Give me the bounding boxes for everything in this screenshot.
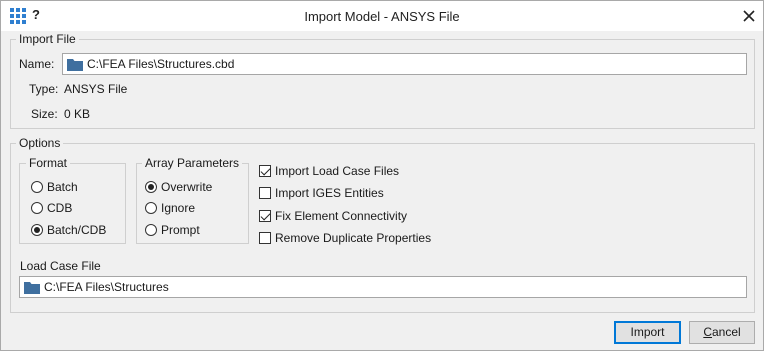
checkbox-label: Remove Duplicate Properties xyxy=(275,231,432,245)
format-option-batch-cdb[interactable]: Batch/CDB xyxy=(31,222,106,238)
format-option-batch[interactable]: Batch xyxy=(31,179,78,195)
close-icon[interactable] xyxy=(739,6,759,26)
checkbox-label: Fix Element Connectivity xyxy=(275,209,408,223)
radio-button[interactable] xyxy=(145,181,157,193)
import-model-dialog: ? Import Model - ANSYS File Import File … xyxy=(0,0,764,351)
radio-button[interactable] xyxy=(145,224,157,236)
format-option-cdb[interactable]: CDB xyxy=(31,200,72,216)
load-case-file-label: Load Case File xyxy=(20,259,101,273)
checkbox[interactable] xyxy=(259,165,271,177)
format-group-label: Format xyxy=(26,156,71,170)
size-value: 0 KB xyxy=(64,107,91,121)
radio-button[interactable] xyxy=(31,181,43,193)
array-option-prompt[interactable]: Prompt xyxy=(145,222,200,238)
folder-icon xyxy=(24,282,40,294)
load-case-file-value: C:\FEA Files\Structures xyxy=(44,280,169,294)
import-button[interactable]: Import xyxy=(614,321,681,344)
radio-button[interactable] xyxy=(145,202,157,214)
checkbox[interactable] xyxy=(259,210,271,222)
cancel-accelerator: C xyxy=(703,325,712,339)
title-bar: ? Import Model - ANSYS File xyxy=(1,1,763,31)
array-parameters-group-label: Array Parameters xyxy=(142,156,243,170)
checkbox-label: Import Load Case Files xyxy=(275,164,400,178)
folder-icon xyxy=(67,59,83,71)
checkbox[interactable] xyxy=(259,232,271,244)
radio-label: Batch xyxy=(47,180,78,194)
options-group-label: Options xyxy=(16,136,64,150)
type-label: Type: xyxy=(29,82,59,96)
radio-button[interactable] xyxy=(31,224,43,236)
array-option-ignore[interactable]: Ignore xyxy=(145,200,195,216)
radio-label: Ignore xyxy=(161,201,196,215)
load-case-file-field[interactable]: C:\FEA Files\Structures xyxy=(19,276,747,298)
radio-label: Batch/CDB xyxy=(47,223,107,237)
checkbox-label: Import IGES Entities xyxy=(275,186,384,200)
radio-label: Prompt xyxy=(161,223,200,237)
radio-label: Overwrite xyxy=(161,180,213,194)
type-value: ANSYS File xyxy=(64,82,128,96)
window-title: Import Model - ANSYS File xyxy=(304,9,460,24)
cancel-button-label: ancel xyxy=(711,325,741,339)
array-option-overwrite[interactable]: Overwrite xyxy=(145,179,212,195)
name-label: Name: xyxy=(19,57,55,71)
cancel-button[interactable]: Cancel xyxy=(689,321,755,344)
remove-duplicate-properties-checkbox[interactable]: Remove Duplicate Properties xyxy=(259,230,431,246)
import-file-group-label: Import File xyxy=(16,32,79,46)
name-field[interactable]: C:\FEA Files\Structures.cbd xyxy=(62,53,747,75)
fix-element-connectivity-checkbox[interactable]: Fix Element Connectivity xyxy=(259,208,407,224)
import-iges-entities-checkbox[interactable]: Import IGES Entities xyxy=(259,185,384,201)
size-label: Size: xyxy=(31,107,58,121)
name-value: C:\FEA Files\Structures.cbd xyxy=(87,57,235,71)
checkbox[interactable] xyxy=(259,187,271,199)
radio-button[interactable] xyxy=(31,202,43,214)
import-button-label: Import xyxy=(630,325,665,339)
radio-label: CDB xyxy=(47,201,73,215)
import-load-case-files-checkbox[interactable]: Import Load Case Files xyxy=(259,163,399,179)
